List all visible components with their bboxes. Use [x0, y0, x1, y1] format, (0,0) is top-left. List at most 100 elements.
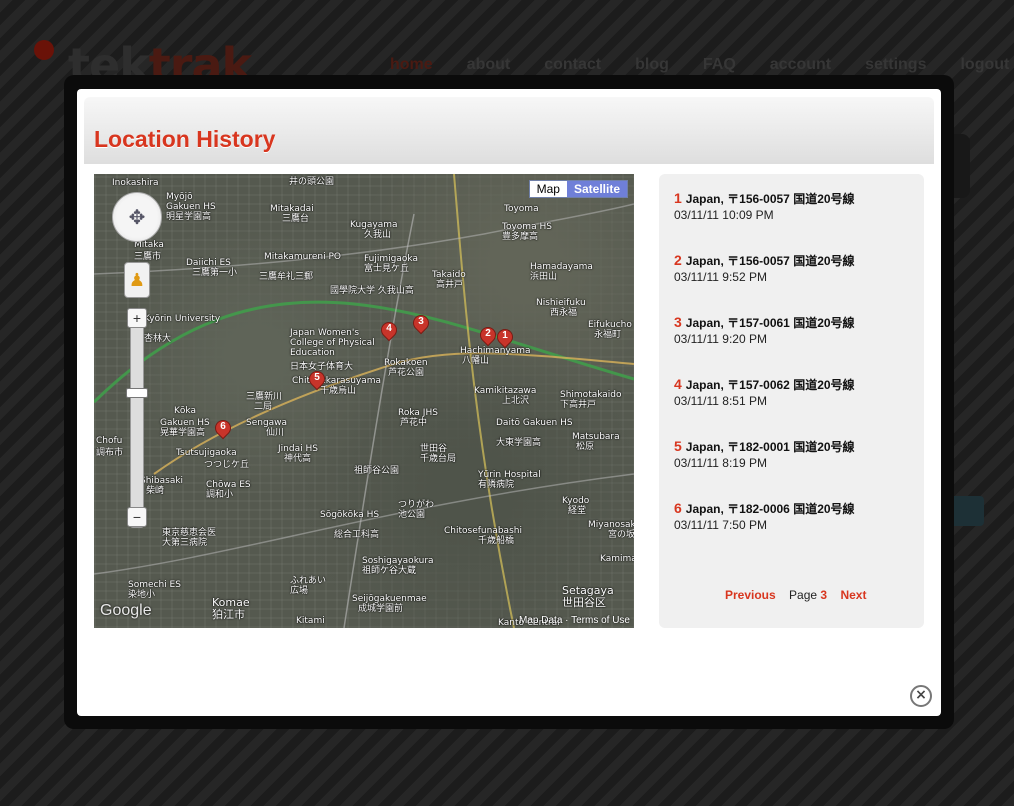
- zoom-slider-track[interactable]: [130, 316, 144, 528]
- map-label: 富士見ケ丘: [364, 264, 410, 274]
- nav-logout[interactable]: logout: [960, 56, 1009, 74]
- map-type-satellite-button[interactable]: Satellite: [566, 181, 627, 197]
- history-entry[interactable]: 6 Japan, 〒182-0006 国道20号線 03/11/11 7:50 P…: [674, 500, 855, 532]
- map-type-control: Map Satellite: [528, 180, 628, 198]
- pan-control-icon[interactable]: ✥: [112, 192, 162, 242]
- map-label: Kugayama: [350, 220, 398, 230]
- map-label: 祖師ケ谷大蔵: [362, 566, 417, 576]
- history-entry[interactable]: 4 Japan, 〒157-0062 国道20号線 03/11/11 8:51 P…: [674, 376, 855, 408]
- map-marker-4[interactable]: 4: [377, 318, 401, 346]
- map-label: 豊多摩高: [502, 232, 539, 242]
- history-entry-place: 5 Japan, 〒182-0001 国道20号線: [674, 438, 855, 455]
- map-view[interactable]: Inokashira Myōjō Gakuen HS 明星学園高 井の頭公園 M…: [94, 174, 634, 628]
- map-label: つりがわ池公園: [398, 500, 435, 520]
- history-entry-time: 03/11/11 7:50 PM: [674, 518, 767, 532]
- zoom-in-button[interactable]: +: [127, 308, 147, 328]
- map-label: 杏林大: [144, 334, 172, 344]
- street-view-pegman-icon[interactable]: ♟: [124, 262, 150, 298]
- close-icon[interactable]: ×: [910, 685, 932, 707]
- marker-number: 2: [485, 328, 491, 339]
- history-entry[interactable]: 1 Japan, 〒156-0057 国道20号線 03/11/11 10:09 …: [674, 190, 855, 222]
- history-entry-place: 4 Japan, 〒157-0062 国道20号線: [674, 376, 855, 393]
- current-page-number: 3: [820, 588, 828, 602]
- map-label: Daitō Gakuen HS: [496, 418, 573, 428]
- history-entry-time: 03/11/11 8:19 PM: [674, 456, 767, 470]
- map-label: 井の頭公園: [289, 177, 335, 187]
- map-marker-5[interactable]: 5: [305, 367, 329, 395]
- history-entry[interactable]: 2 Japan, 〒156-0057 国道20号線 03/11/11 9:52 P…: [674, 252, 855, 284]
- history-entry[interactable]: 5 Japan, 〒182-0001 国道20号線 03/11/11 8:19 P…: [674, 438, 855, 470]
- history-entry-number: 4: [674, 376, 682, 392]
- map-marker-2[interactable]: 2: [476, 323, 500, 351]
- map-label: Japan Women's College of Physical Educat…: [290, 328, 375, 358]
- map-label: 総合工科高: [334, 530, 380, 540]
- map-label: 下高井戸: [560, 400, 597, 410]
- location-history-modal: Location History Inokashira Myōjō Gakuen…: [77, 89, 941, 716]
- next-page-link[interactable]: Next: [840, 588, 866, 602]
- nav-home[interactable]: home: [390, 56, 433, 74]
- map-label: 成城学園前: [358, 604, 404, 614]
- history-entry-place: 6 Japan, 〒182-0006 国道20号線: [674, 500, 855, 517]
- map-label: Tsutsujigaoka: [176, 448, 237, 458]
- nav-blog[interactable]: blog: [635, 56, 669, 74]
- map-label: Chōwa ES: [206, 480, 251, 490]
- history-entry-number: 1: [674, 190, 682, 206]
- history-entry-address: Japan, 〒182-0006 国道20号線: [685, 502, 855, 516]
- marker-number: 5: [314, 372, 320, 383]
- map-label: Kyōrin University: [144, 314, 221, 324]
- previous-page-link[interactable]: Previous: [725, 588, 776, 602]
- history-entry-address: Japan, 〒156-0057 国道20号線: [685, 254, 855, 268]
- map-label: Kitami: [296, 616, 325, 626]
- map-marker-3[interactable]: 3: [409, 311, 433, 339]
- history-entry-time: 03/11/11 8:51 PM: [674, 394, 767, 408]
- map-label: Soshigayaokura: [362, 556, 434, 566]
- map-label: 千歳台局: [420, 454, 457, 464]
- nav-faq[interactable]: FAQ: [703, 56, 736, 74]
- zoom-slider-handle[interactable]: [126, 388, 148, 398]
- map-marker-6[interactable]: 6: [211, 416, 235, 444]
- nav-contact[interactable]: contact: [544, 56, 601, 74]
- map-label: 世田谷区: [562, 596, 606, 609]
- pagination: Previous Page 3 Next: [725, 588, 866, 602]
- map-label: Sōgōkōka HS: [320, 510, 380, 520]
- map-label: 柴崎: [146, 486, 165, 496]
- map-attribution[interactable]: Map Data · Terms of Use: [519, 615, 630, 626]
- map-label: Fujimigaoka: [364, 254, 418, 264]
- map-label: Kamimachi: [600, 554, 634, 564]
- logo-dot-icon: [34, 40, 54, 60]
- map-label: Mitakamureni PO: [264, 252, 341, 262]
- map-label: Setagaya: [562, 584, 614, 597]
- marker-number: 1: [502, 330, 508, 341]
- history-entry-time: 03/11/11 10:09 PM: [674, 208, 774, 222]
- map-label: 有隣病院: [478, 480, 515, 490]
- map-label: Chitosefunabashi: [444, 526, 522, 536]
- history-entry[interactable]: 3 Japan, 〒157-0061 国道20号線 03/11/11 9:20 P…: [674, 314, 855, 346]
- zoom-out-button[interactable]: −: [127, 507, 147, 527]
- history-entry-number: 3: [674, 314, 682, 330]
- map-label: 芦花公園: [388, 368, 425, 378]
- map-label: 千歳船橋: [478, 536, 515, 546]
- map-label: Roka JHS: [398, 408, 438, 418]
- nav-settings[interactable]: settings: [865, 56, 926, 74]
- map-label: Hamadayama: [530, 262, 593, 272]
- map-label: 調和小: [206, 490, 234, 500]
- map-label: Gakuen HS: [166, 202, 216, 212]
- map-label: 久我山: [364, 230, 392, 240]
- map-label: ふれあい広場: [290, 576, 327, 596]
- map-marker-1[interactable]: 1: [493, 325, 517, 353]
- map-label: 千歳烏山: [320, 386, 357, 396]
- history-entry-time: 03/11/11 9:52 PM: [674, 270, 767, 284]
- map-label: Sengawa: [246, 418, 288, 428]
- map-label: Seijōgakuenmae: [352, 594, 427, 604]
- map-label: 宮の坂: [608, 530, 634, 540]
- nav-about[interactable]: about: [467, 56, 511, 74]
- history-entry-place: 1 Japan, 〒156-0057 国道20号線: [674, 190, 855, 207]
- map-type-map-button[interactable]: Map: [529, 181, 567, 197]
- map-label: 仙川: [266, 428, 285, 438]
- map-label: Jindai HS: [278, 444, 318, 454]
- main-nav: home about contact blog FAQ account sett…: [390, 56, 1014, 74]
- nav-account[interactable]: account: [770, 56, 831, 74]
- marker-number: 6: [220, 421, 226, 432]
- map-label: Shibasaki: [140, 476, 184, 486]
- map-label: 三鷹台: [282, 214, 310, 224]
